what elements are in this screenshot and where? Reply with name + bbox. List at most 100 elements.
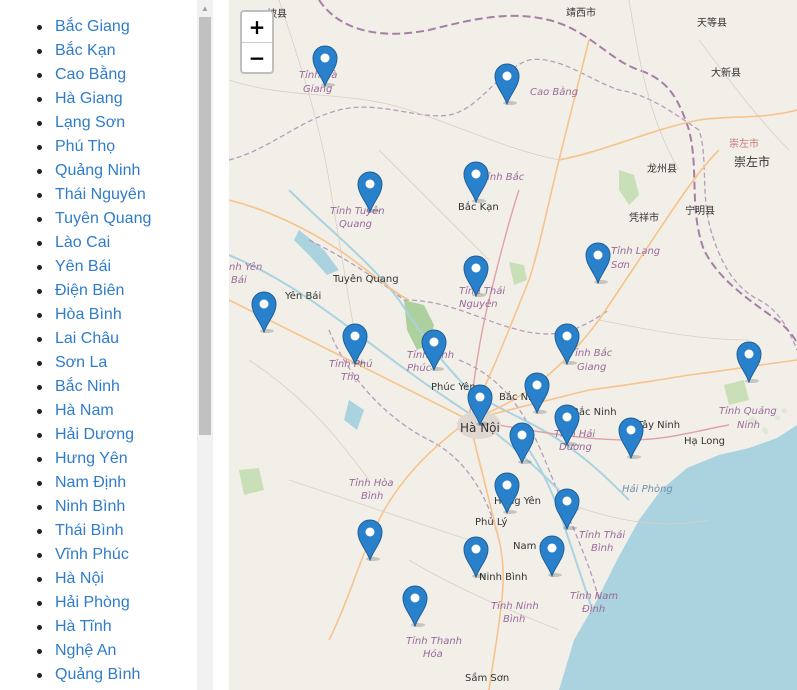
svg-text:Tỉnh Nam: Tỉnh Nam xyxy=(570,590,618,602)
svg-text:Sầm Sơn: Sầm Sơn xyxy=(465,672,509,684)
province-link[interactable]: Bắc Giang xyxy=(55,18,130,35)
marker-lang-son-pin-icon[interactable] xyxy=(585,242,611,284)
list-item: Ninh Bình xyxy=(0,495,197,519)
province-link[interactable]: Ninh Bình xyxy=(55,498,125,515)
province-link[interactable]: Cao Bằng xyxy=(55,66,126,83)
list-item: Hải Dương xyxy=(0,423,197,447)
marker-tuyen-quang-pin-icon[interactable] xyxy=(357,171,383,213)
list-item: Bắc Ninh xyxy=(0,375,197,399)
scrollbar-thumb[interactable] xyxy=(199,17,211,435)
marker-bac-giang-pin-icon[interactable] xyxy=(554,323,580,365)
svg-text:Tuyên Quang: Tuyên Quang xyxy=(332,273,399,285)
scroll-up-arrow-icon[interactable]: ▲ xyxy=(197,0,213,16)
list-item: Quảng Bình xyxy=(0,663,197,687)
list-item: Thái Nguyên xyxy=(0,183,197,207)
province-link[interactable]: Nghệ An xyxy=(55,642,116,659)
map-view[interactable]: Tỉnh Hà Giang Cao Bằng Tỉnh Bắc Bắc Kạn … xyxy=(229,0,797,690)
province-link[interactable]: Quảng Ninh xyxy=(55,162,140,179)
province-link[interactable]: Quảng Bình xyxy=(55,666,140,683)
province-link[interactable]: Phú Thọ xyxy=(55,138,115,155)
svg-text:天等县: 天等县 xyxy=(697,16,727,29)
gulf-of-tonkin-water xyxy=(559,425,797,690)
marker-hung-yen-pin-icon[interactable] xyxy=(509,422,535,464)
province-link[interactable]: Điện Biên xyxy=(55,282,124,299)
marker-nam-dinh-pin-icon[interactable] xyxy=(539,535,565,577)
list-item: Cao Bằng xyxy=(0,63,197,87)
svg-text:崇左市: 崇左市 xyxy=(729,137,759,150)
list-item: Bắc Kạn xyxy=(0,39,197,63)
marker-quang-ninh-pin-icon[interactable] xyxy=(736,341,762,383)
province-link[interactable]: Tuyên Quang xyxy=(55,210,151,227)
marker-bac-ninh-pin-icon[interactable] xyxy=(524,372,550,414)
province-link[interactable]: Hà Nội xyxy=(55,570,104,587)
marker-phu-tho-pin-icon[interactable] xyxy=(342,323,368,365)
marker-thai-nguyen-pin-icon[interactable] xyxy=(463,255,489,297)
province-link[interactable]: Hải Phòng xyxy=(55,594,130,611)
svg-text:Tỉnh Ninh: Tỉnh Ninh xyxy=(491,600,539,612)
list-item: Hà Giang xyxy=(0,87,197,111)
list-item: Nam Định xyxy=(0,471,197,495)
sidebar-scrollbar[interactable]: ▲ xyxy=(197,0,213,690)
svg-text:Quang: Quang xyxy=(339,219,372,230)
province-link[interactable]: Lào Cai xyxy=(55,234,110,251)
marker-ha-nam-pin-icon[interactable] xyxy=(357,519,383,561)
marker-ninh-binh-pin-icon[interactable] xyxy=(463,536,489,578)
svg-text:Bái: Bái xyxy=(231,274,247,286)
list-item: Hải Phòng xyxy=(0,591,197,615)
svg-text:龙州县: 龙州县 xyxy=(647,162,677,175)
svg-text:宁明县: 宁明县 xyxy=(685,204,715,217)
svg-text:Hải Phòng: Hải Phòng xyxy=(622,483,673,495)
province-link[interactable]: Bắc Ninh xyxy=(55,378,120,395)
province-link[interactable]: Hòa Bình xyxy=(55,306,122,323)
svg-text:Định: Định xyxy=(582,604,605,615)
list-item: Bắc Giang xyxy=(0,15,197,39)
province-link[interactable]: Lai Châu xyxy=(55,330,119,347)
province-link[interactable]: Thái Nguyên xyxy=(55,186,146,203)
province-link[interactable]: Hà Tĩnh xyxy=(55,618,112,635)
province-link[interactable]: Hà Nam xyxy=(55,402,114,419)
marker-hai-phong-pin-icon[interactable] xyxy=(618,417,644,459)
svg-text:凭祥市: 凭祥市 xyxy=(629,211,659,224)
zoom-control: + − xyxy=(240,10,274,74)
province-link[interactable]: Hải Dương xyxy=(55,426,134,443)
svg-text:靖西市: 靖西市 xyxy=(566,6,596,19)
marker-hai-duong-pin-icon[interactable] xyxy=(554,404,580,446)
svg-text:Thọ: Thọ xyxy=(341,372,360,383)
province-link[interactable]: Lạng Sơn xyxy=(55,114,125,131)
marker-vinh-phuc-pin-icon[interactable] xyxy=(421,329,447,371)
svg-text:Phủ Lý: Phủ Lý xyxy=(475,516,508,528)
list-item: Thái Bình xyxy=(0,519,197,543)
svg-text:Cao Bằng: Cao Bằng xyxy=(530,85,578,98)
list-item: Nghệ An xyxy=(0,639,197,663)
svg-text:Tỉnh Hòa: Tỉnh Hòa xyxy=(349,477,394,489)
marker-yen-bai-pin-icon[interactable] xyxy=(251,291,277,333)
zoom-in-button[interactable]: + xyxy=(242,12,272,43)
list-item: Hưng Yên xyxy=(0,447,197,471)
list-item: Sơn La xyxy=(0,351,197,375)
marker-bac-kan-pin-icon[interactable] xyxy=(463,161,489,203)
province-link[interactable]: Nam Định xyxy=(55,474,126,491)
national-border xyxy=(318,0,797,346)
marker-thanh-hoa-pin-icon[interactable] xyxy=(402,585,428,627)
svg-text:Hóa: Hóa xyxy=(423,648,443,660)
province-link[interactable]: Sơn La xyxy=(55,354,107,371)
list-item: Quảng Ninh xyxy=(0,159,197,183)
province-link[interactable]: Hà Giang xyxy=(55,90,123,107)
svg-text:Tỉnh Quảng: Tỉnh Quảng xyxy=(719,405,777,417)
marker-hoa-binh-pin-icon[interactable] xyxy=(494,472,520,514)
marker-ha-noi-pin-icon[interactable] xyxy=(467,384,493,426)
province-link[interactable]: Bắc Kạn xyxy=(55,42,115,59)
marker-ha-giang-pin-icon[interactable] xyxy=(312,45,338,87)
svg-text:Tỉnh Lạng: Tỉnh Lạng xyxy=(611,245,660,257)
zoom-out-button[interactable]: − xyxy=(242,43,272,73)
svg-text:Tỉnh Thái: Tỉnh Thái xyxy=(579,529,625,541)
province-link[interactable]: Vĩnh Phúc xyxy=(55,546,129,563)
list-item: Lạng Sơn xyxy=(0,111,197,135)
list-item: Hà Tĩnh xyxy=(0,615,197,639)
province-link[interactable]: Yên Bái xyxy=(55,258,111,275)
list-item: Yên Bái xyxy=(0,255,197,279)
marker-thai-binh-pin-icon[interactable] xyxy=(554,488,580,530)
marker-cao-bang-pin-icon[interactable] xyxy=(494,63,520,105)
province-link[interactable]: Thái Bình xyxy=(55,522,123,539)
province-link[interactable]: Hưng Yên xyxy=(55,450,128,467)
